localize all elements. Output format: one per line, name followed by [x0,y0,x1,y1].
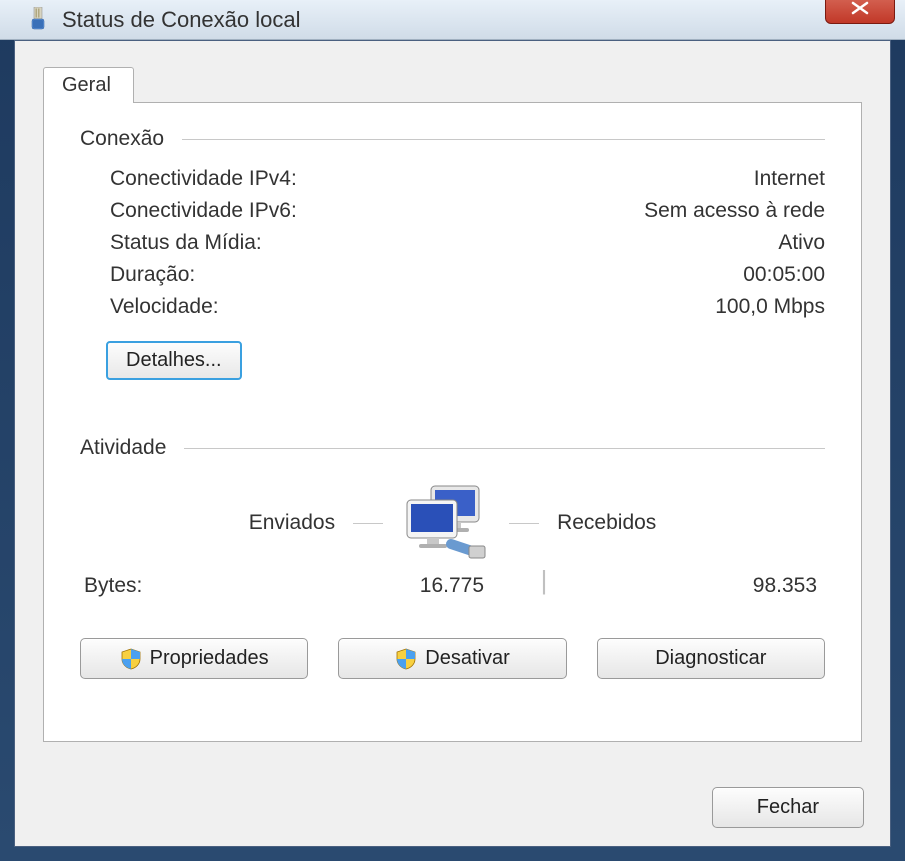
client-area: Geral Conexão Conectividade IPv4: Intern… [14,40,891,847]
window-title: Status de Conexão local [62,7,301,33]
tab-panel-general: Conexão Conectividade IPv4: Internet Con… [43,102,862,742]
diagnose-button-label: Diagnosticar [655,647,766,670]
bytes-sent-value: 16.775 [294,574,484,598]
action-button-row: Propriedades Desativar Diagnosticar [80,638,825,679]
media-value: Ativo [778,231,825,255]
connection-header-label: Conexão [80,127,164,151]
row-duration: Duração: 00:05:00 [80,259,825,291]
bytes-separator: | [484,572,604,596]
duration-value: 00:05:00 [743,263,825,287]
row-ipv6: Conectividade IPv6: Sem acesso à rede [80,195,825,227]
sent-label: Enviados [249,511,335,535]
diagnose-button[interactable]: Diagnosticar [597,638,825,679]
speed-value: 100,0 Mbps [715,295,825,319]
ipv6-label: Conectividade IPv6: [110,199,297,223]
tabstrip: Geral [43,65,862,103]
media-label: Status da Mídia: [110,231,262,255]
speed-label: Velocidade: [110,295,219,319]
ipv4-value: Internet [754,167,825,191]
tab-general[interactable]: Geral [43,67,134,103]
activity-bytes-row: Bytes: 16.775 | 98.353 [80,574,825,598]
titlebar: Status de Conexão local [0,0,905,40]
close-icon [851,1,869,15]
divider [509,523,539,524]
window-close-button[interactable] [825,0,895,24]
divider [184,448,825,449]
network-adapter-icon [28,7,48,33]
disable-button-label: Desativar [425,647,509,670]
activity-header-label: Atividade [80,436,166,460]
ipv4-label: Conectividade IPv4: [110,167,297,191]
bytes-label: Bytes: [84,574,294,598]
properties-button-label: Propriedades [150,647,269,670]
dialog-footer: Fechar [712,787,864,828]
activity-section: Atividade Enviados [80,436,825,679]
shield-icon [120,648,142,670]
activity-group-header: Atividade [80,436,825,460]
row-speed: Velocidade: 100,0 Mbps [80,291,825,323]
connection-group-header: Conexão [80,127,825,151]
properties-button[interactable]: Propriedades [80,638,308,679]
close-button[interactable]: Fechar [712,787,864,828]
divider [182,139,825,140]
ipv6-value: Sem acesso à rede [644,199,825,223]
bytes-received-value: 98.353 [604,574,825,598]
dialog-window: Status de Conexão local Geral Conexão Co… [0,0,905,861]
duration-label: Duração: [110,263,195,287]
details-button[interactable]: Detalhes... [106,341,242,380]
row-ipv4: Conectividade IPv4: Internet [80,163,825,195]
network-monitors-icon [401,484,491,562]
activity-visual: Enviados [80,484,825,562]
divider [353,523,383,524]
received-label: Recebidos [557,511,656,535]
row-media: Status da Mídia: Ativo [80,227,825,259]
disable-button[interactable]: Desativar [338,638,566,679]
shield-icon [395,648,417,670]
